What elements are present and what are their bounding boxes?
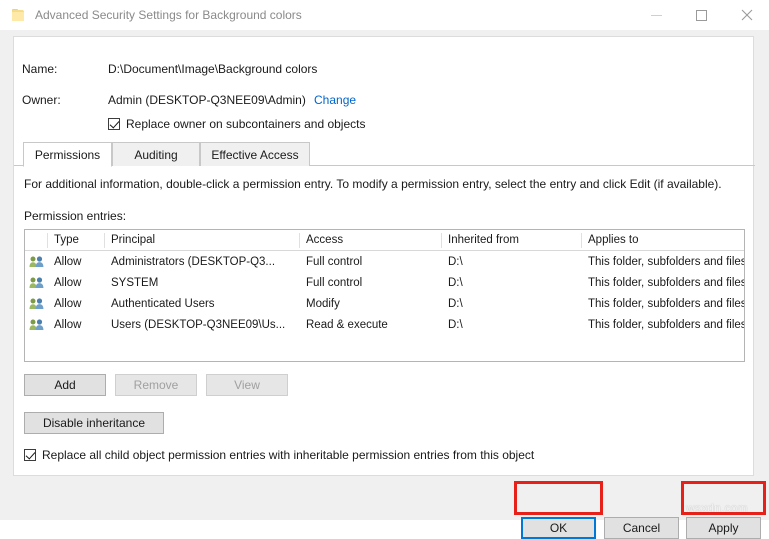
cell-access: Full control bbox=[299, 272, 441, 293]
folder-icon bbox=[10, 7, 26, 23]
remove-button: Remove bbox=[115, 374, 197, 396]
replace-owner-label: Replace owner on subcontainers and objec… bbox=[126, 117, 365, 131]
users-group-icon bbox=[29, 276, 44, 289]
advanced-security-settings-dialog: Advanced Security Settings for Backgroun… bbox=[0, 0, 769, 520]
view-button: View bbox=[206, 374, 288, 396]
cell-access: Modify bbox=[299, 293, 441, 314]
disable-inheritance-button[interactable]: Disable inheritance bbox=[24, 412, 164, 434]
main-panel: Name: D:\Document\Image\Background color… bbox=[13, 36, 754, 476]
column-header-applies-to[interactable]: Applies to bbox=[581, 230, 745, 250]
caption-button-group bbox=[634, 0, 769, 30]
add-button[interactable]: Add bbox=[24, 374, 106, 396]
cell-type: Allow bbox=[47, 272, 104, 293]
cell-inherited-from: D:\ bbox=[441, 314, 581, 335]
tab-strip: Permissions Auditing Effective Access bbox=[14, 142, 755, 166]
cell-access: Read & execute bbox=[299, 314, 441, 335]
cell-inherited-from: D:\ bbox=[441, 272, 581, 293]
owner-label: Owner: bbox=[22, 93, 61, 107]
minimize-icon bbox=[651, 15, 662, 16]
cell-inherited-from: D:\ bbox=[441, 251, 581, 272]
cell-principal: Administrators (DESKTOP-Q3... bbox=[104, 251, 299, 272]
cell-principal: SYSTEM bbox=[104, 272, 299, 293]
replace-child-permissions-checkbox-row[interactable]: Replace all child object permission entr… bbox=[24, 448, 534, 462]
close-button[interactable] bbox=[724, 0, 769, 30]
cell-applies-to: This folder, subfolders and files bbox=[581, 272, 745, 293]
cancel-button[interactable]: Cancel bbox=[604, 517, 679, 539]
close-icon bbox=[741, 9, 753, 21]
replace-owner-checkbox-row[interactable]: Replace owner on subcontainers and objec… bbox=[108, 117, 365, 131]
tab-permissions[interactable]: Permissions bbox=[23, 142, 112, 167]
table-header-row: Type Principal Access Inherited from App… bbox=[25, 230, 744, 251]
table-row[interactable]: Allow SYSTEM Full control D:\ This folde… bbox=[25, 272, 744, 293]
name-label: Name: bbox=[22, 62, 57, 76]
column-header-access[interactable]: Access bbox=[299, 230, 441, 250]
users-group-icon bbox=[29, 255, 44, 268]
tab-auditing[interactable]: Auditing bbox=[112, 142, 200, 166]
maximize-icon bbox=[696, 10, 707, 21]
ok-button[interactable]: OK bbox=[521, 517, 596, 539]
info-text: For additional information, double-click… bbox=[24, 177, 722, 191]
replace-child-permissions-label: Replace all child object permission entr… bbox=[42, 448, 534, 462]
cell-type: Allow bbox=[47, 293, 104, 314]
cell-inherited-from: D:\ bbox=[441, 293, 581, 314]
maximize-button[interactable] bbox=[679, 0, 724, 30]
permission-entries-list[interactable]: Type Principal Access Inherited from App… bbox=[24, 229, 745, 362]
table-row[interactable]: Allow Authenticated Users Modify D:\ Thi… bbox=[25, 293, 744, 314]
table-row[interactable]: Allow Users (DESKTOP-Q3NEE09\Us... Read … bbox=[25, 314, 744, 335]
column-header-principal[interactable]: Principal bbox=[104, 230, 299, 250]
change-owner-link[interactable]: Change bbox=[314, 93, 356, 107]
title-bar: Advanced Security Settings for Backgroun… bbox=[0, 0, 769, 30]
watermark: wsxdn.com bbox=[686, 501, 748, 515]
cell-principal: Users (DESKTOP-Q3NEE09\Us... bbox=[104, 314, 299, 335]
dialog-client-area: Name: D:\Document\Image\Background color… bbox=[0, 30, 769, 520]
tab-effective-access[interactable]: Effective Access bbox=[200, 142, 310, 166]
cell-access: Full control bbox=[299, 251, 441, 272]
cell-applies-to: This folder, subfolders and files bbox=[581, 293, 745, 314]
column-header-type[interactable]: Type bbox=[47, 230, 104, 250]
users-group-icon bbox=[29, 297, 44, 310]
cell-applies-to: This folder, subfolders and files bbox=[581, 314, 745, 335]
owner-value: Admin (DESKTOP-Q3NEE09\Admin) bbox=[108, 93, 306, 107]
permission-entries-label: Permission entries: bbox=[24, 209, 126, 223]
name-value: D:\Document\Image\Background colors bbox=[108, 62, 317, 76]
cell-type: Allow bbox=[47, 314, 104, 335]
table-row[interactable]: Allow Administrators (DESKTOP-Q3... Full… bbox=[25, 251, 744, 272]
cell-applies-to: This folder, subfolders and files bbox=[581, 251, 745, 272]
apply-button[interactable]: Apply bbox=[686, 517, 761, 539]
replace-owner-checkbox[interactable] bbox=[108, 118, 120, 130]
cell-type: Allow bbox=[47, 251, 104, 272]
replace-child-permissions-checkbox[interactable] bbox=[24, 449, 36, 461]
users-group-icon bbox=[29, 318, 44, 331]
column-header-inherited-from[interactable]: Inherited from bbox=[441, 230, 581, 250]
minimize-button[interactable] bbox=[634, 0, 679, 30]
cell-principal: Authenticated Users bbox=[104, 293, 299, 314]
window-title: Advanced Security Settings for Backgroun… bbox=[35, 8, 302, 22]
